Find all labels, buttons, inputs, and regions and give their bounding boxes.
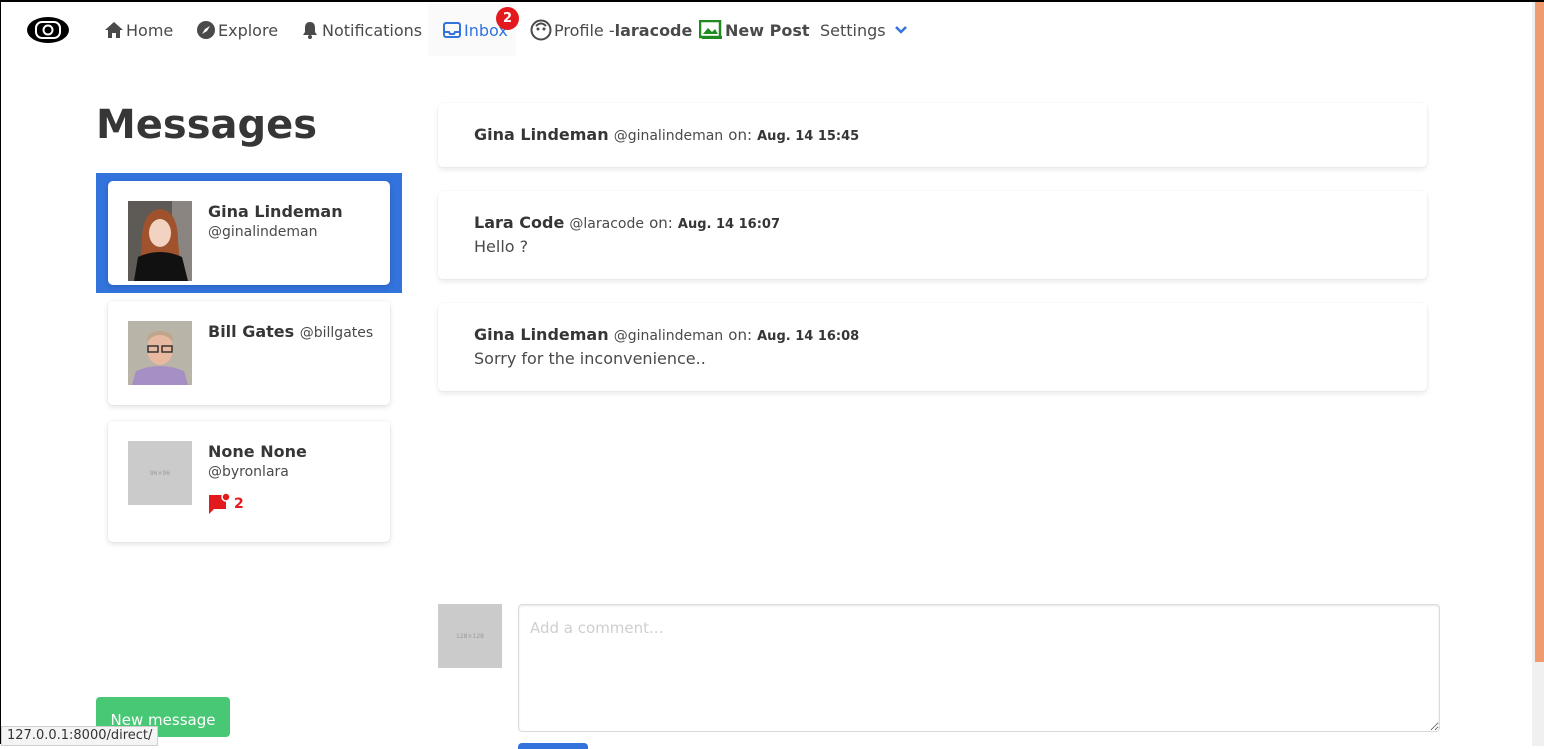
message-author: Gina Lindeman xyxy=(474,325,609,344)
message-handle: @ginalindeman xyxy=(613,128,724,144)
conversation-name: None None xyxy=(208,442,307,461)
instagram-logo-icon[interactable] xyxy=(26,16,70,44)
top-navbar: Home Explore Notifications Inbox 2 Profi… xyxy=(2,4,1532,56)
nav-new-post-label: New Post xyxy=(725,20,810,40)
composer-avatar-placeholder: 128×128 xyxy=(438,604,502,668)
conversation-handle: @billgates xyxy=(299,325,374,341)
avatar xyxy=(128,321,192,385)
chat-flag-icon xyxy=(209,493,231,514)
inbox-icon xyxy=(443,22,461,38)
avatar-placeholder: 96×96 xyxy=(128,441,192,505)
message-on-label: on: xyxy=(728,126,753,144)
message-author: Lara Code xyxy=(474,213,565,232)
conversation-item-billgates[interactable]: Bill Gates @billgates xyxy=(108,301,390,405)
compass-icon xyxy=(197,21,215,39)
avatar-placeholder-label: 96×96 xyxy=(149,469,171,477)
browser-viewport: Home Explore Notifications Inbox 2 Profi… xyxy=(0,0,1544,749)
conversation-name: Gina Lindeman xyxy=(208,202,343,221)
nav-profile-prefix: Profile - xyxy=(554,20,615,40)
message-header: Gina Lindeman @ginalindeman on: Aug. 14 … xyxy=(474,125,859,144)
message-on-label: on: xyxy=(649,214,673,232)
message-header: Lara Code @laracode on: Aug. 14 16:07 xyxy=(474,213,780,232)
conversation-item-byronlara[interactable]: 96×96 None None @byronlara 2 xyxy=(108,421,390,542)
nav-inbox[interactable]: Inbox 2 xyxy=(428,4,519,56)
unread-indicator: 2 xyxy=(208,493,244,515)
scrollbar-thumb[interactable] xyxy=(1535,2,1544,662)
message-handle: @laracode xyxy=(569,216,644,232)
message-body: Hello ? xyxy=(474,237,529,256)
user-face-icon xyxy=(530,19,552,41)
avatar xyxy=(128,201,192,281)
message-item: Gina Lindeman @ginalindeman on: Aug. 14 … xyxy=(438,103,1427,167)
bell-icon xyxy=(303,22,317,39)
status-bar-url: 127.0.0.1:8000/direct/ xyxy=(1,726,159,746)
chevron-down-icon xyxy=(894,26,907,34)
conversation-name-text: Bill Gates xyxy=(208,322,295,341)
comment-input[interactable] xyxy=(518,604,1440,732)
nav-settings-label: Settings xyxy=(820,20,886,40)
nav-explore[interactable]: Explore xyxy=(196,4,278,56)
home-icon xyxy=(105,22,123,38)
message-date: Aug. 14 16:07 xyxy=(677,217,780,232)
composer-avatar-label: 128×128 xyxy=(456,632,484,640)
message-item: Gina Lindeman @ginalindeman on: Aug. 14 … xyxy=(438,303,1427,391)
nav-settings-dropdown[interactable]: Settings xyxy=(820,4,914,56)
conversation-handle: @ginalindeman xyxy=(208,224,318,240)
message-body: Sorry for the inconvenience.. xyxy=(474,349,706,368)
message-date: Aug. 14 15:45 xyxy=(757,129,860,144)
nav-notifications[interactable]: Notifications xyxy=(300,4,422,56)
nav-profile-username: laracode xyxy=(614,20,693,40)
conversation-handle: @byronlara xyxy=(208,464,289,480)
message-author: Gina Lindeman xyxy=(474,125,609,144)
message-header: Gina Lindeman @ginalindeman on: Aug. 14 … xyxy=(474,325,859,344)
message-handle: @ginalindeman xyxy=(613,328,724,344)
message-item: Lara Code @laracode on: Aug. 14 16:07 He… xyxy=(438,191,1427,279)
nav-home-label: Home xyxy=(126,20,174,40)
nav-profile[interactable]: Profile - laracode xyxy=(530,4,692,56)
unread-count: 2 xyxy=(234,496,244,512)
conversation-name: Bill Gates @billgates xyxy=(208,322,373,341)
conversation-item-ginalindeman[interactable]: Gina Lindeman @ginalindeman xyxy=(108,181,390,285)
image-add-icon xyxy=(699,20,722,39)
message-date: Aug. 14 16:08 xyxy=(757,329,860,344)
nav-notifications-label: Notifications xyxy=(322,20,423,40)
nav-home[interactable]: Home xyxy=(104,4,173,56)
inbox-unread-badge: 2 xyxy=(496,7,519,30)
page-title: Messages xyxy=(96,102,318,148)
nav-new-post[interactable]: New Post xyxy=(699,4,809,56)
message-on-label: on: xyxy=(728,326,753,344)
page-scrollbar[interactable] xyxy=(1532,2,1544,746)
nav-explore-label: Explore xyxy=(218,20,279,40)
